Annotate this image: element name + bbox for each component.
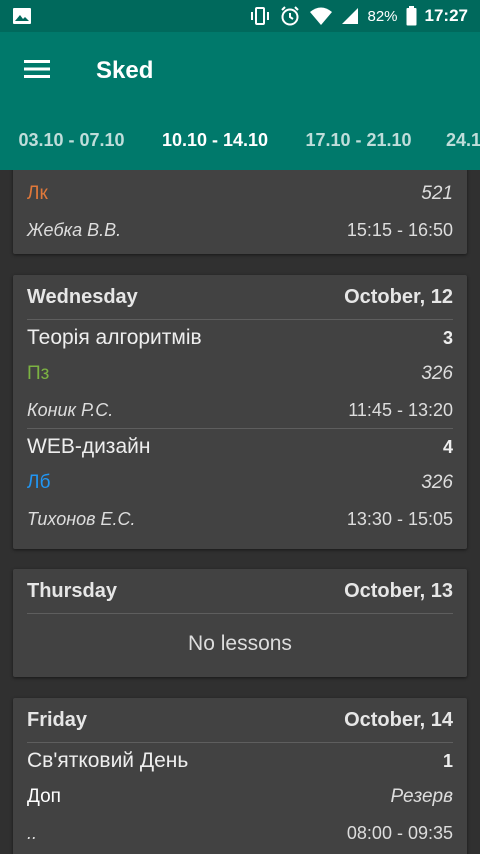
clock: 17:27 [424, 6, 468, 25]
day-card-thursday: Thursday October, 13 No lessons [13, 569, 467, 677]
lesson-teacher: Тихонов Е.С. [27, 508, 136, 529]
tab-week-2[interactable]: 10.10 - 14.10 [143, 110, 287, 170]
lesson-room: Резерв [390, 786, 453, 807]
tab-week-4[interactable]: 24.1 [430, 110, 480, 170]
tab-week-1[interactable]: 03.10 - 07.10 [0, 110, 143, 170]
alarm-icon [279, 5, 301, 27]
day-date: October, 13 [344, 579, 453, 602]
lesson-number: 3 [442, 327, 453, 348]
day-name: Thursday [27, 579, 118, 602]
lesson-room: 521 [421, 183, 453, 204]
lesson-subject: WEB-дизайн [27, 435, 151, 458]
app-title: Sked [96, 57, 154, 84]
lesson-room: 326 [421, 472, 453, 493]
hamburger-menu-icon [24, 59, 50, 84]
day-card-friday: Friday October, 14 Св'ятковий День 1 Доп… [13, 698, 467, 854]
lesson-number: 4 [442, 436, 453, 457]
lesson-item[interactable]: Св'ятковий День 1 Доп Резерв .. 08:00 - … [27, 743, 453, 851]
battery-percent: 82% [367, 7, 398, 25]
menu-button[interactable] [0, 32, 74, 110]
lesson-teacher: .. [27, 822, 38, 843]
day-date: October, 14 [344, 708, 453, 731]
day-header: Friday October, 14 [27, 698, 453, 742]
no-lessons-text: No lessons [188, 632, 292, 655]
battery-icon [406, 6, 417, 26]
status-bar: 82% 17:27 [0, 0, 480, 32]
lesson-time: 15:15 - 16:50 [346, 219, 453, 240]
app-bar: Sked [0, 32, 480, 110]
lesson-row-teacher: Жебка В.В. 15:15 - 16:50 [27, 212, 453, 248]
week-tabs: 03.10 - 07.10 10.10 - 14.10 17.10 - 21.1… [0, 110, 480, 170]
tab-week-3[interactable]: 17.10 - 21.10 [287, 110, 430, 170]
day-card-tuesday: Лк 521 Жебка В.В. 15:15 - 16:50 [13, 170, 467, 254]
lesson-time: 08:00 - 09:35 [346, 822, 453, 843]
wifi-icon [309, 6, 333, 26]
lesson-room: 326 [421, 363, 453, 384]
vibrate-icon [249, 6, 271, 26]
lesson-type: Пз [27, 363, 50, 384]
lesson-type: Лб [27, 472, 51, 493]
lesson-subject: Св'ятковий День [27, 749, 189, 772]
lesson-type: Доп [27, 786, 61, 807]
day-header: Wednesday October, 12 [27, 275, 453, 319]
lesson-time: 11:45 - 13:20 [348, 399, 453, 420]
image-icon [12, 7, 32, 25]
lesson-subject: Теорія алгоритмів [27, 326, 202, 349]
lesson-item[interactable]: Теорія алгоритмів 3 Пз 326 Коник Р.С. 11… [27, 320, 453, 428]
day-header: Thursday October, 13 [27, 569, 453, 613]
schedule-list[interactable]: Лк 521 Жебка В.В. 15:15 - 16:50 Wednesda… [0, 170, 480, 854]
lesson-item[interactable]: WEB-дизайн 4 Лб 326 Тихонов Е.С. 13:30 -… [27, 429, 453, 537]
day-card-wednesday: Wednesday October, 12 Теорія алгоритмів … [13, 275, 467, 549]
day-name: Friday [27, 708, 88, 731]
lesson-teacher: Жебка В.В. [27, 219, 122, 240]
lesson-number: 1 [442, 750, 453, 771]
day-date: October, 12 [344, 285, 453, 308]
lesson-type: Лк [27, 183, 48, 204]
signal-icon [341, 7, 359, 25]
lesson-row-type: Лк 521 [27, 176, 453, 212]
day-name: Wednesday [27, 285, 138, 308]
lesson-teacher: Коник Р.С. [27, 399, 114, 420]
lesson-time: 13:30 - 15:05 [346, 508, 453, 529]
